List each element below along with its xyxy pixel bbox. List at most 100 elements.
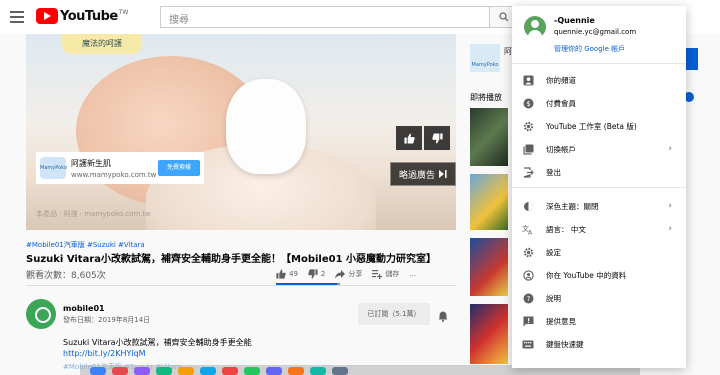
thumbs-down-icon <box>431 132 443 144</box>
more-actions-button[interactable]: ... <box>409 270 416 278</box>
related-video-thumbnail[interactable] <box>470 174 508 230</box>
menu-item-youtube-studio[interactable]: YouTube 工作室 (Beta 版) <box>512 115 686 137</box>
menu-item-paid-memberships[interactable]: $ 付費會員 <box>512 92 686 114</box>
menu-item-label: 切換帳戶 <box>546 144 576 154</box>
channel-avatar[interactable] <box>26 299 56 329</box>
sidebar-ad-thumbnail[interactable]: MamyPoko <box>470 44 500 72</box>
related-video-thumbnail[interactable] <box>470 238 508 296</box>
gear-icon <box>522 120 534 132</box>
menu-item-label: 深色主題：關閉 <box>546 201 599 211</box>
dock-app-icon[interactable] <box>266 367 282 375</box>
publish-date: 發布日期：2019年8月14日 <box>63 316 151 324</box>
menu-item-label: 提供意見 <box>546 316 576 326</box>
ad-card-logo: MamyPoko <box>40 157 67 179</box>
dislike-button[interactable]: 2 <box>308 269 325 279</box>
skip-ad-label: 略過廣告 <box>398 170 435 181</box>
manage-google-account-link[interactable]: 管理你的 Google 帳戶 <box>554 44 625 54</box>
menu-item-label: 語言： 中文 <box>546 224 586 234</box>
account-email: quennie.yc@gmail.com <box>554 28 637 36</box>
data-shield-icon <box>522 269 534 281</box>
channel-name[interactable]: mobile01 <box>63 304 105 313</box>
menu-item-your-data[interactable]: 你在 YouTube 中的資料 <box>512 264 686 286</box>
menu-item-settings[interactable]: 設定 <box>512 241 686 263</box>
player-dislike-button[interactable] <box>424 126 450 150</box>
search-input[interactable]: 搜尋 <box>160 6 490 28</box>
menu-item-label: 登出 <box>546 167 561 177</box>
account-name: -Quennie <box>554 16 595 25</box>
search-icon <box>498 12 508 22</box>
dock-app-icon[interactable] <box>90 367 106 375</box>
bell-icon[interactable] <box>438 307 448 326</box>
menu-item-label: 鍵盤快速鍵 <box>546 339 584 349</box>
skip-ad-button[interactable]: 略過廣告 <box>390 162 456 186</box>
thumbs-down-icon <box>308 269 318 279</box>
menu-item-dark-theme[interactable]: 深色主題：關閉 › <box>512 195 686 217</box>
dock-app-icon[interactable] <box>178 367 194 375</box>
share-label: 分享 <box>348 270 363 278</box>
dock-app-icon[interactable] <box>134 367 150 375</box>
related-video-thumbnail[interactable] <box>470 304 508 364</box>
like-count: 49 <box>289 270 298 278</box>
sign-out-icon <box>522 166 534 178</box>
menu-item-switch-account[interactable]: 切換帳戶 › <box>512 138 686 160</box>
logo-region: TW <box>118 8 129 16</box>
sidebar-ad-logo: MamyPoko <box>471 62 499 68</box>
sidebar-ad-title[interactable]: 阿 <box>504 46 512 57</box>
up-next-heading: 即將播放 <box>470 93 502 102</box>
dollar-icon: $ <box>522 97 534 109</box>
menu-item-label: 你的頻道 <box>546 75 576 85</box>
account-menu: -Quennie quennie.yc@gmail.com 管理你的 Googl… <box>512 6 686 368</box>
chevron-right-icon: › <box>668 224 672 234</box>
menu-item-help[interactable]: ? 說明 <box>512 287 686 309</box>
subscribed-button[interactable]: 已訂閱（5.1萬） <box>358 303 430 325</box>
svg-text:$: $ <box>526 100 530 108</box>
thumbs-up-icon <box>403 132 415 144</box>
account-header: -Quennie quennie.yc@gmail.com 管理你的 Googl… <box>512 6 686 64</box>
more-actions-icon: ... <box>409 270 417 278</box>
switch-account-icon <box>522 143 534 155</box>
menu-item-language[interactable]: 文A 語言： 中文 › <box>512 218 686 240</box>
description-link[interactable]: http://bit.ly/2KHYlqM <box>63 349 146 358</box>
dock-app-icon[interactable] <box>222 367 238 375</box>
video-frame-mascot <box>226 79 306 174</box>
player-like-button[interactable] <box>396 126 422 150</box>
like-button[interactable]: 49 <box>276 269 298 279</box>
menu-item-label: 設定 <box>546 247 561 257</box>
settings-icon <box>522 246 534 258</box>
dock-app-icon[interactable] <box>288 367 304 375</box>
ad-card-title: 阿護新生肌 <box>71 158 111 168</box>
ad-overlay-card[interactable]: MamyPoko 阿護新生肌 www.mamypoko.com.tw 免費索樣 <box>36 152 204 184</box>
ad-card-url: www.mamypoko.com.tw <box>71 170 157 179</box>
dock-app-icon[interactable] <box>244 367 260 375</box>
save-button[interactable]: 儲存 <box>372 269 399 279</box>
video-hashtags[interactable]: #Mobile01汽車版 #Suzuki #Vitara <box>26 240 145 250</box>
dock-app-icon[interactable] <box>332 367 348 375</box>
skip-next-icon <box>439 170 447 178</box>
share-button[interactable]: 分享 <box>335 269 362 279</box>
hamburger-menu-icon[interactable] <box>10 11 24 23</box>
person-icon <box>522 74 534 86</box>
dock-app-icon[interactable] <box>112 367 128 375</box>
video-watermark: 本產品 · 阿護 · mamypoko.com.tw <box>36 210 151 218</box>
ad-card-button[interactable]: 免費索樣 <box>158 160 200 176</box>
menu-item-sign-out[interactable]: 登出 <box>512 161 686 183</box>
dock-app-icon[interactable] <box>156 367 172 375</box>
youtube-logo[interactable]: YouTube TW <box>36 8 128 24</box>
menu-item-feedback[interactable]: 提供意見 <box>512 310 686 332</box>
video-player[interactable]: 魔法的呵護 MamyPoko 阿護新生肌 www.mamypoko.com.tw… <box>26 34 456 230</box>
menu-item-label: YouTube 工作室 (Beta 版) <box>546 121 637 131</box>
video-actions: 49 2 分享 儲存 ... <box>276 269 426 279</box>
dock-app-icon[interactable] <box>200 367 216 375</box>
related-video-thumbnail[interactable] <box>470 108 508 166</box>
playlist-add-icon <box>372 270 383 279</box>
svg-text:A: A <box>528 229 533 235</box>
autoplay-toggle[interactable] <box>684 92 698 102</box>
info-divider <box>26 285 456 286</box>
keyboard-icon <box>522 338 534 350</box>
menu-item-your-channel[interactable]: 你的頻道 <box>512 69 686 91</box>
dock-app-icon[interactable] <box>310 367 326 375</box>
view-count: 觀看次數：8,605次 <box>26 271 106 281</box>
share-arrow-icon <box>335 270 346 279</box>
language-icon: 文A <box>522 223 534 235</box>
menu-item-keyboard-shortcuts[interactable]: 鍵盤快速鍵 <box>512 333 686 355</box>
